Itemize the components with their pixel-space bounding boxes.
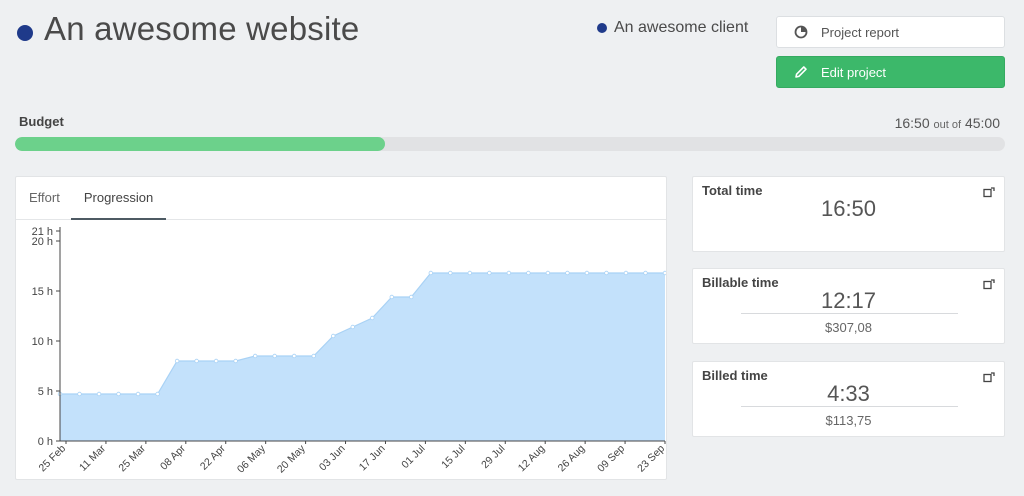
- x-tick-label: 09 Sep: [595, 443, 627, 475]
- x-tick-label: 22 Apr: [198, 442, 228, 472]
- chart-point: [233, 358, 238, 364]
- chart-point: [604, 270, 609, 276]
- chart-point: [409, 294, 414, 300]
- chart-point: [331, 333, 336, 339]
- chart-point: [291, 353, 297, 359]
- y-tick-label: 5 h: [38, 386, 53, 398]
- y-tick-label: 21 h: [32, 226, 53, 238]
- x-tick-label: 23 Sep: [635, 443, 666, 475]
- tab-effort[interactable]: Effort: [18, 177, 71, 219]
- chart-point: [389, 294, 394, 300]
- billed-time-card: Billed time 4:33 $113,75: [692, 361, 1005, 437]
- x-tick-label: 25 Mar: [116, 442, 148, 474]
- chart-point: [643, 270, 648, 276]
- x-tick-label: 06 May: [235, 442, 268, 475]
- client-label[interactable]: An awesome client: [597, 19, 748, 37]
- progression-chart: 0 h5 h10 h15 h20 h21 h25 Feb 11 Mar 25 Mar…: [32, 226, 666, 475]
- pencil-icon: [794, 65, 808, 79]
- x-tick-label: 12 Aug: [516, 443, 548, 475]
- total-time-value: 16:50: [820, 196, 877, 221]
- chart-point: [155, 391, 160, 397]
- chart-point: [350, 324, 355, 330]
- chart-point: [272, 353, 277, 359]
- chart-point: [174, 358, 180, 364]
- x-tick-label: 15 Jul: [439, 443, 467, 471]
- tab-progression[interactable]: Progression: [70, 177, 167, 220]
- y-tick-label: 15 h: [32, 286, 53, 298]
- chart-point: [467, 270, 473, 276]
- x-tick-label: 01 Jul: [399, 443, 427, 471]
- chart-point: [565, 270, 570, 276]
- budget-progress-bar: [15, 137, 1005, 151]
- x-tick-label: 29 Jul: [479, 443, 507, 471]
- budget-used: 16:50: [894, 115, 930, 131]
- y-tick-label: 0 h: [38, 436, 53, 448]
- chart-point: [584, 270, 590, 276]
- total-time-card: Total time 16:50: [692, 176, 1005, 252]
- chart-point: [370, 315, 375, 321]
- chart-point: [77, 391, 82, 397]
- pie-chart-icon: [794, 25, 808, 39]
- edit-project-button[interactable]: Edit project: [776, 56, 1005, 88]
- chart-point: [213, 358, 219, 364]
- chart-point: [623, 270, 629, 276]
- budget-total: 45:00: [964, 115, 1000, 131]
- page-title: An awesome website: [44, 10, 360, 47]
- chart-point: [252, 353, 258, 359]
- x-tick-label: 17 Jun: [357, 443, 388, 474]
- budget-label: Budget: [19, 114, 64, 129]
- billed-time-value: 4:33: [827, 381, 870, 406]
- y-tick-label: 10 h: [32, 336, 53, 348]
- chart-point: [487, 270, 492, 276]
- chart-point: [116, 391, 121, 397]
- chart-point: [135, 391, 141, 397]
- budget-values: 16:50 out of 45:00: [895, 115, 1000, 131]
- chart-point: [428, 270, 434, 276]
- x-tick-label: 26 Aug: [556, 443, 588, 475]
- client-name: An awesome client: [614, 19, 749, 36]
- divider: [741, 406, 958, 407]
- billed-amount: $113,75: [825, 413, 872, 428]
- chart-card: Effort Progression 0 h5 h 10 h 15 h 20 h 21 …: [15, 176, 667, 480]
- billable-amount: $307,08: [825, 320, 872, 335]
- budget-out-of: out of: [933, 119, 962, 131]
- x-tick-label: 20 May: [275, 442, 308, 475]
- chart-point: [194, 358, 199, 364]
- billable-time-card: Billable time 12:17 $307,08: [692, 268, 1005, 344]
- chart-point: [662, 270, 666, 276]
- chart-point: [506, 270, 512, 276]
- billable-time-value: 12:17: [820, 288, 877, 313]
- edit-project-label: Edit project: [821, 64, 887, 80]
- x-tick-label: 11 Mar: [77, 442, 108, 473]
- chart-point: [526, 270, 531, 276]
- project-color-dot: [17, 25, 33, 41]
- x-tick-label: 08 Apr: [158, 442, 188, 472]
- project-report-label: Project report: [821, 24, 900, 40]
- chart-point: [311, 353, 316, 359]
- client-color-dot: [597, 23, 607, 33]
- chart-tabs: Effort Progression: [16, 177, 666, 220]
- project-report-button[interactable]: Project report: [776, 16, 1005, 48]
- budget-progress-fill: [15, 137, 386, 151]
- chart-area: [60, 273, 665, 441]
- chart-point: [96, 391, 102, 397]
- chart-point: [545, 270, 551, 276]
- x-tick-label: 03 Jun: [317, 443, 348, 474]
- chart-point: [448, 270, 453, 276]
- divider: [741, 313, 958, 314]
